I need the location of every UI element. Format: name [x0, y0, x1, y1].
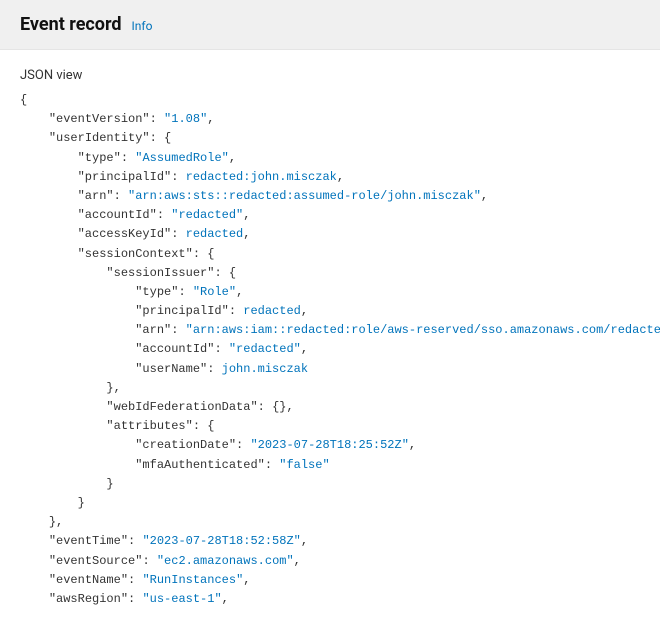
json-value: arn:aws:sts::redacted:assumed-role/john.… [135, 189, 473, 203]
json-value: redacted [243, 304, 301, 318]
json-value: {} [272, 400, 286, 414]
json-value: john.misczak [222, 362, 308, 376]
json-value: false [286, 458, 322, 472]
json-value: ec2.amazonaws.com [164, 554, 286, 568]
panel-title: Event record [20, 14, 122, 35]
json-value: AssumedRole [142, 151, 221, 165]
json-value: redacted [236, 342, 294, 356]
json-viewer: { "eventVersion": "1.08", "userIdentity"… [20, 91, 640, 609]
panel-body: JSON view { "eventVersion": "1.08", "use… [0, 50, 660, 627]
json-value: RunInstances [150, 573, 236, 587]
json-value: redacted:john.misczak [186, 170, 337, 184]
json-value: 2023-07-28T18:52:58Z [150, 534, 294, 548]
json-value: us-east-1 [150, 592, 215, 606]
json-value: redacted [178, 208, 236, 222]
panel-header: Event record Info [0, 0, 660, 50]
json-value: 2023-07-28T18:25:52Z [258, 438, 402, 452]
info-link[interactable]: Info [132, 19, 153, 33]
json-value: redacted [186, 227, 244, 241]
json-value: arn:aws:iam::redacted:role/aws-reserved/… [193, 323, 660, 337]
json-value: 1.08 [171, 112, 200, 126]
json-view-label: JSON view [20, 68, 640, 83]
json-value: Role [200, 285, 229, 299]
